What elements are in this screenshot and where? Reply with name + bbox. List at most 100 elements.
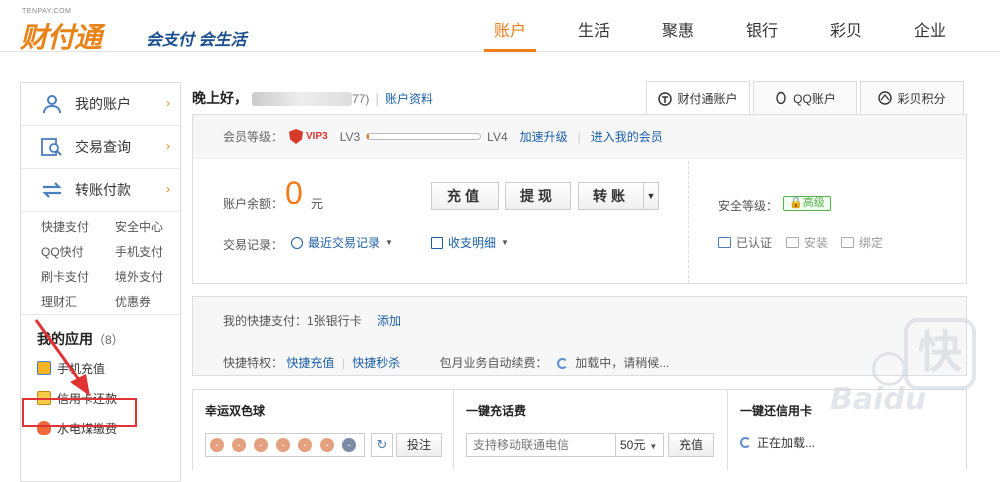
withdraw-button[interactable]: 提现 [505,182,571,210]
link-mobile-pay[interactable]: 手机支付 [115,243,185,260]
quick-recharge-link[interactable]: 快捷充值 [286,356,334,370]
sidebar-item-transfer[interactable]: 转账付款 › [21,169,180,212]
divider: | [577,129,581,144]
sidebar-item-label: 转账付款 [75,182,131,198]
chevron-right-icon: › [166,182,170,196]
tab-caibei-points[interactable]: 彩贝积分 [860,81,964,114]
logo-slogan: 会支付 会生活 [146,32,247,49]
account-info-link[interactable]: 账户资料 [385,92,433,106]
quick-pay-label: 我的快捷支付：1张银行卡 [223,314,362,328]
vip-badge[interactable]: VIP3 [289,129,328,144]
phone-number-input[interactable] [466,433,616,457]
refresh-icon[interactable]: ↻ [371,433,393,457]
nav-caibei[interactable]: 彩贝 [804,0,888,52]
amount-value: 50元 [620,438,646,452]
recharge-button[interactable]: 充值 [431,182,499,210]
verified-label: 已认证 [736,236,773,250]
tab-label: 财付通账户 [677,92,738,106]
nav-account[interactable]: 账户 [468,0,552,52]
main-nav: 账户 生活 聚惠 银行 彩贝 企业 [468,0,972,52]
privilege-label: 快捷特权： [223,356,284,370]
credit-repay-card: 一键还信用卡 正在加载... [728,390,967,470]
phone-recharge-card: 一键充话费 50元▼ 充值 [454,390,728,470]
transfer-dropdown-button[interactable]: ▼ [643,182,659,210]
shell-icon [878,91,893,105]
quick-pay-row: 我的快捷支付：1张银行卡 添加 [223,312,401,329]
tenpay-circle-icon [658,91,673,106]
bet-button[interactable]: 投注 [396,433,442,457]
top-header: TENPAY.COM 财付通 会支付 会生活 账户 生活 聚惠 银行 彩贝 企业 [0,0,1000,54]
install-label: 安装 [804,236,829,250]
nav-life[interactable]: 生活 [552,0,636,52]
divider: | [341,356,345,370]
phone-recharge-icon [37,361,51,375]
greeting-text: 晚上好， [192,90,248,106]
lottery-balls: - - - - - - - [205,433,365,457]
caret-down-icon: ▼ [649,442,658,451]
app-phone-recharge[interactable]: 手机充值 [21,357,180,379]
logo-en-text: TENPAY.COM [22,8,72,15]
link-card-pay[interactable]: 刷卡支付 [41,268,115,285]
red-ball: - [298,438,312,452]
quick-flash-sale-link[interactable]: 快捷秒杀 [352,356,400,370]
apps-title-text: 我的应用 [37,331,93,347]
add-card-link[interactable]: 添加 [377,314,401,328]
apps-count: （8） [93,333,124,347]
transfer-arrows-icon [41,180,63,200]
my-apps-title: 我的应用（8） [21,315,180,349]
caret-down-icon: ▼ [501,238,509,247]
level-from: LV3 [339,129,361,144]
nav-deals[interactable]: 聚惠 [636,0,720,52]
loading-spinner-icon [740,437,751,448]
balance-label: 账户余额： [223,197,284,211]
app-label: 手机充值 [57,361,106,376]
link-wealth[interactable]: 理财汇 [41,293,115,310]
red-ball: - [320,438,334,452]
account-panel: 会员等级： VIP3 LV3 LV4 加速升级 | 进入我的会员 账户余额： 0… [192,114,967,284]
recent-transactions-dropdown[interactable]: 最近交易记录 ▼ [291,234,393,251]
bind-item[interactable]: 绑定 [841,234,883,251]
sidebar-item-label: 我的账户 [75,96,131,112]
link-qq-pay[interactable]: QQ快付 [41,243,115,260]
tab-tenpay-account[interactable]: 财付通账户 [646,81,750,115]
credit-loading-text: 正在加载... [757,436,816,450]
link-quickpay[interactable]: 快捷支付 [41,218,115,235]
member-label: 会员等级： [223,130,284,144]
level-to: LV4 [487,129,508,144]
nav-enterprise[interactable]: 企业 [888,0,972,52]
sidebar-item-transactions[interactable]: 交易查询 › [21,126,180,169]
income-detail-dropdown[interactable]: 收支明细 ▼ [431,234,509,251]
link-overseas-pay[interactable]: 境外支付 [115,268,185,285]
phone-recharge-title: 一键充话费 [466,404,527,418]
lottery-card: 幸运双色球 - - - - - - - ↻ 投注 [192,390,454,470]
highlight-box [22,398,137,427]
masked-username [252,92,352,107]
lock-icon: 🔒 [789,197,803,209]
verified-item[interactable]: 已认证 [718,234,772,251]
link-security-center[interactable]: 安全中心 [115,218,185,235]
account-tabs: 财付通账户 QQ账户 彩贝积分 [646,81,967,115]
amount-select[interactable]: 50元 ▼ [616,433,664,457]
sidebar-item-my-account[interactable]: 我的账户 › [21,83,180,126]
install-item[interactable]: 安装 [786,234,828,251]
security-label: 安全等级： [718,199,779,213]
enter-member-link[interactable]: 进入我的会员 [591,128,663,145]
red-ball: - [232,438,246,452]
search-doc-icon [41,137,63,157]
transfer-button[interactable]: 转账 [578,182,644,210]
tab-qq-account[interactable]: QQ账户 [753,81,857,114]
upgrade-link[interactable]: 加速升级 [520,128,568,145]
security-level-badge[interactable]: 🔒高级 [783,196,831,211]
member-level-row: 会员等级： VIP3 LV3 LV4 加速升级 | 进入我的会员 [193,115,966,159]
sidebar-quick-links: 快捷支付 安全中心 QQ快付 手机支付 刷卡支付 境外支付 理财汇 优惠券 [21,212,180,315]
credit-loading: 正在加载... [740,434,815,451]
greeting-tail: 77) [352,92,370,106]
quick-privilege-row: 快捷特权： 快捷充值 | 快捷秒杀 包月业务自动续费： 加载中，请稍候... [223,354,669,371]
link-coupon[interactable]: 优惠券 [115,293,185,310]
bind-label: 绑定 [859,236,884,250]
phone-recharge-button[interactable]: 充值 [668,433,714,457]
vip-text: VIP3 [306,131,328,142]
red-ball: - [210,438,224,452]
tenpay-logo[interactable]: TENPAY.COM 财付通 会支付 会生活 [20,8,260,54]
nav-bank[interactable]: 银行 [720,0,804,52]
